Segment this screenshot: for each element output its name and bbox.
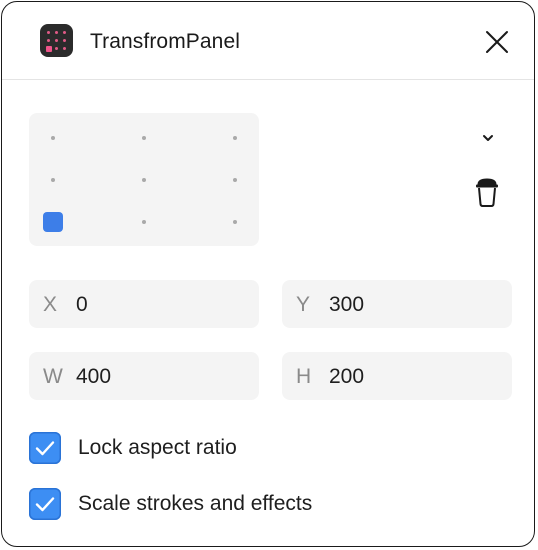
trash-icon [476,178,498,207]
y-value[interactable]: 300 [329,293,364,317]
app-grid-icon [40,24,73,57]
x-position-field[interactable]: X 0 [29,280,259,328]
origin-center[interactable] [142,178,146,182]
width-field[interactable]: W 400 [29,352,259,400]
scale-strokes-checkbox[interactable] [29,488,61,520]
height-value[interactable]: 200 [329,365,364,389]
delete-button[interactable] [474,176,500,208]
checkmark-icon [35,497,55,512]
lock-aspect-ratio-label: Lock aspect ratio [78,436,237,459]
y-position-field[interactable]: Y 300 [282,280,512,328]
x-value[interactable]: 0 [76,293,88,317]
lock-aspect-ratio-option[interactable]: Lock aspect ratio [29,431,289,465]
options-dropdown-button[interactable] [478,128,498,148]
height-label: H [296,365,312,388]
close-button[interactable] [483,28,511,56]
panel-header: TransfromPanel [2,2,534,80]
scale-strokes-label: Scale strokes and effects [78,492,313,515]
lock-aspect-ratio-checkbox[interactable] [29,432,61,464]
origin-bottom-center[interactable] [142,220,146,224]
scale-strokes-option[interactable]: Scale strokes and effects [29,487,369,521]
panel-title: TransfromPanel [90,30,241,53]
height-field[interactable]: H 200 [282,352,512,400]
origin-top-center[interactable] [142,136,146,140]
width-value[interactable]: 400 [76,365,111,389]
origin-bottom-left-selected[interactable] [43,212,63,232]
width-label: W [43,365,63,388]
y-label: Y [296,293,311,316]
x-label: X [43,293,58,316]
transform-panel: TransfromPanel X 0 Y 300 W 400 H 200 Loc… [1,1,535,547]
origin-point-selector [29,113,259,246]
origin-middle-right[interactable] [233,178,237,182]
origin-bottom-right[interactable] [233,220,237,224]
origin-top-right[interactable] [233,136,237,140]
chevron-down-icon [483,135,493,141]
close-icon [486,31,508,53]
checkmark-icon [35,441,55,456]
origin-top-left[interactable] [51,136,55,140]
origin-middle-left[interactable] [51,178,55,182]
